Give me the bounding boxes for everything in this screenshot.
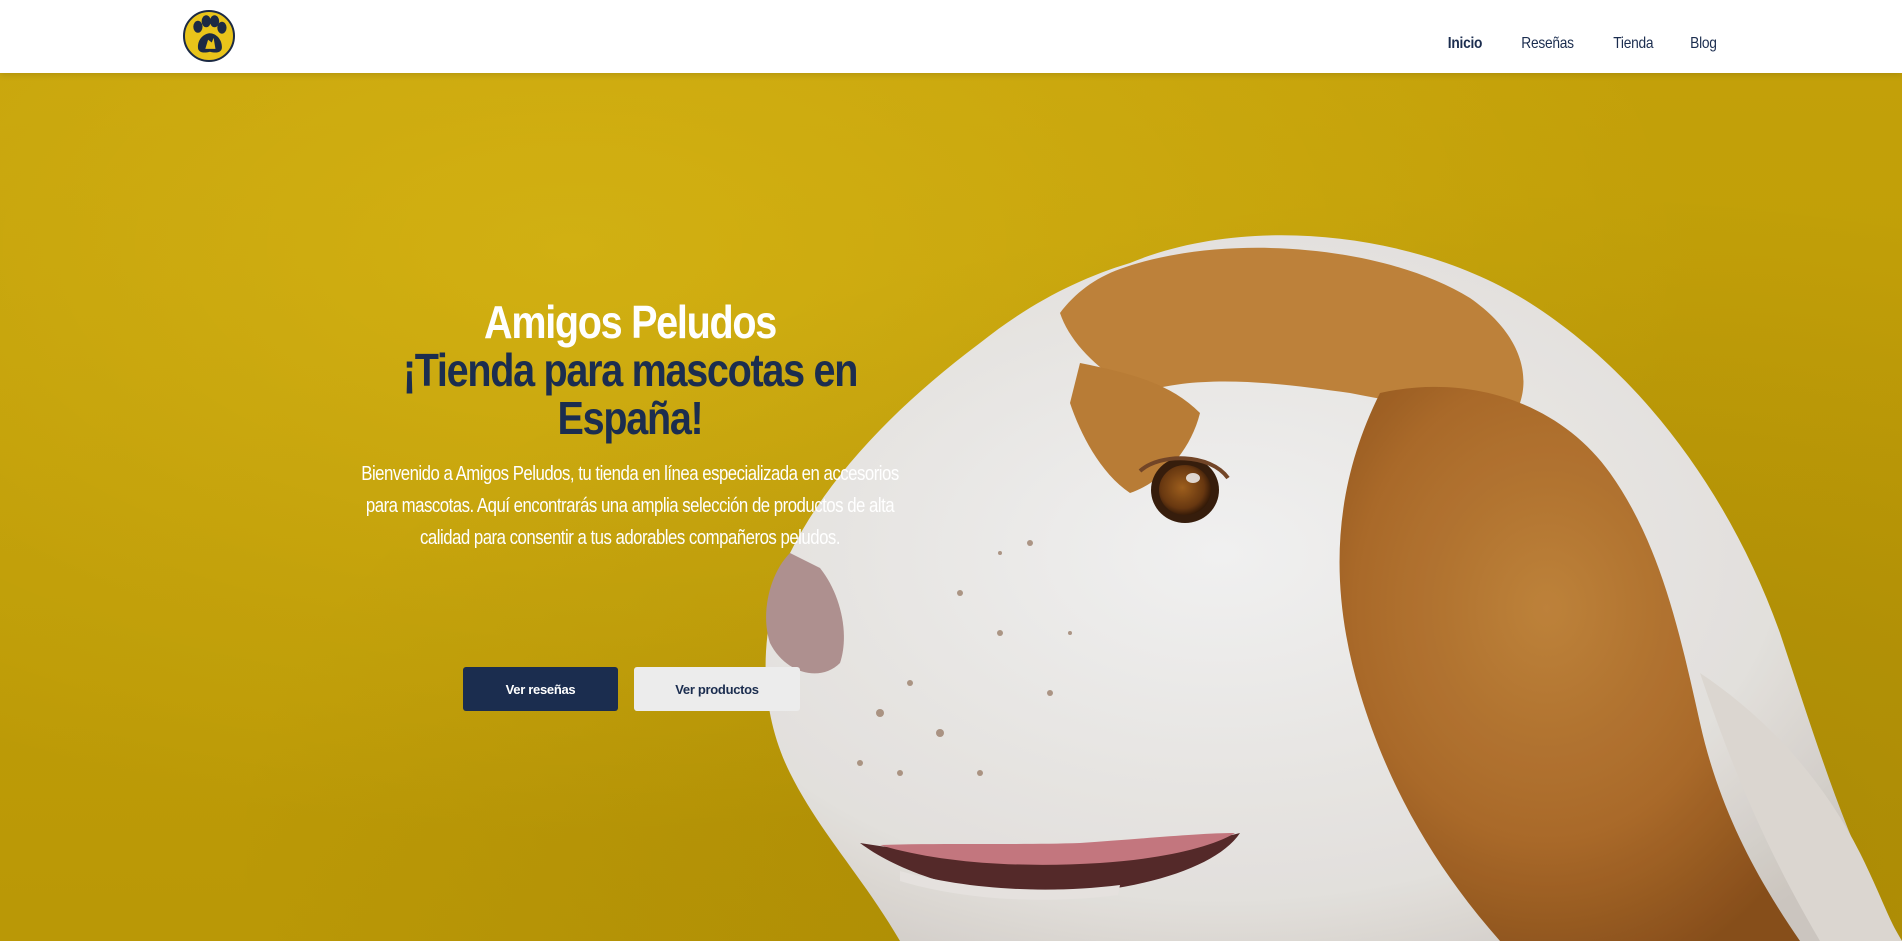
nav-item-blog[interactable]: Blog <box>1690 35 1717 53</box>
ver-productos-button[interactable]: Ver productos <box>634 667 800 711</box>
hero-subtitle: ¡Tienda para mascotas en España! <box>402 344 859 444</box>
hero-overlay <box>0 73 1902 941</box>
nav-item-resenas[interactable]: Reseñas <box>1521 35 1574 53</box>
hero-section: Amigos Peludos ¡Tienda para mascotas en … <box>0 73 1902 941</box>
hero-content: Amigos Peludos ¡Tienda para mascotas en … <box>330 298 930 554</box>
hero-title: Amigos Peludos <box>484 296 777 348</box>
nav-item-inicio[interactable]: Inicio <box>1447 35 1482 53</box>
hero-buttons: Ver reseñas Ver productos <box>463 667 800 711</box>
ver-resenas-button[interactable]: Ver reseñas <box>463 667 618 711</box>
nav-item-tienda[interactable]: Tienda <box>1613 35 1653 53</box>
paw-logo-icon[interactable] <box>183 10 235 62</box>
hero-description: Bienvenido a Amigos Peludos, tu tienda e… <box>361 463 899 549</box>
main-nav: Inicio Reseñas Tienda Blog <box>1445 0 1719 88</box>
site-header: Inicio Reseñas Tienda Blog <box>0 0 1902 73</box>
